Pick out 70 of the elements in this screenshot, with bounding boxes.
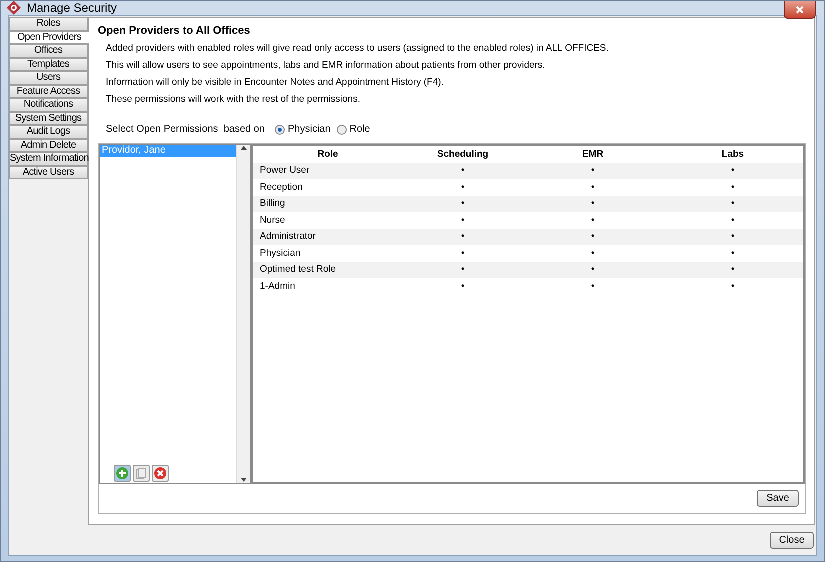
window-title: Manage Security [27, 1, 118, 15]
table-cell-text: • [590, 231, 596, 242]
sidebar-tab[interactable]: Roles [9, 17, 88, 30]
info-text: Added providers with enabled roles will give read only access to users (assigned to the enabled roles) in ALL OFFICES. [106, 43, 610, 56]
table-cell-text: • [590, 214, 596, 226]
radio-label[interactable]: Physician [288, 124, 331, 135]
table-cell-text: Physician [259, 248, 302, 259]
radio-button[interactable] [336, 124, 347, 134]
radio-button[interactable] [274, 124, 285, 134]
sidebar-tab[interactable]: Active Users [9, 166, 88, 179]
table-cell-text: Power User [259, 165, 311, 176]
sidebar-tab[interactable]: Offices [9, 44, 88, 58]
table-cell-text: • [460, 182, 466, 193]
table-cell-text: Optimed test Role [259, 264, 338, 276]
column-header: Role [316, 148, 340, 160]
table-cell-text: • [460, 280, 466, 292]
column-header: EMR [581, 148, 605, 160]
table-cell-text: • [730, 198, 736, 210]
table-cell-text: • [590, 248, 596, 259]
table-cell-text: • [590, 280, 596, 292]
sidebar-tab[interactable]: Templates [9, 58, 88, 71]
table-cell-text: Billing [259, 198, 286, 210]
close-window-button[interactable] [784, 1, 816, 19]
table-cell-text: • [460, 264, 466, 276]
table-cell-text: Administrator [259, 231, 317, 242]
table-cell-text: • [590, 165, 596, 176]
table-cell-text: • [730, 214, 736, 226]
scrollbar[interactable] [236, 145, 250, 483]
sidebar-tab[interactable]: Users [9, 71, 88, 84]
info-text: These permissions will work with the rest of the permissions. [106, 94, 362, 107]
table-cell-text: • [460, 198, 466, 210]
table-cell-text: • [460, 248, 466, 259]
table-cell-text: • [730, 264, 736, 276]
table-cell-text: Reception [259, 182, 304, 193]
sidebar-tab[interactable]: Audit Logs [9, 125, 88, 138]
table-cell-text: • [460, 231, 466, 242]
info-text: Information will only be visible in Encounter Notes and Appointment History (F4). [106, 77, 445, 90]
app-logo-icon [7, 1, 21, 15]
radio-label[interactable]: Role [350, 124, 370, 135]
sidebar-tab[interactable]: System Settings [9, 112, 88, 125]
table-cell-text: • [730, 231, 736, 242]
table-cell-text: • [590, 198, 596, 210]
table-cell-text: • [460, 165, 466, 176]
table-cell-text: • [460, 214, 466, 226]
table-cell-text: • [730, 248, 736, 259]
sidebar-tab[interactable]: System Information [9, 152, 88, 166]
save-button[interactable]: Save [757, 490, 799, 507]
close-button[interactable]: Close [770, 532, 814, 548]
scroll-up-icon[interactable] [240, 146, 246, 150]
sidebar-tab[interactable]: Admin Delete [9, 138, 88, 152]
delete-button[interactable] [152, 465, 169, 482]
info-text: This will allow users to see appointments, labs and EMR information about patients from other providers. [106, 60, 546, 73]
scroll-down-icon[interactable] [240, 478, 246, 482]
sidebar-tab[interactable]: Notifications [9, 98, 88, 112]
sidebar-tab[interactable]: Feature Access [9, 84, 88, 98]
column-header: Scheduling [436, 148, 490, 160]
copy-button[interactable] [133, 465, 150, 482]
table-cell-text: • [730, 182, 736, 193]
close-icon [795, 4, 805, 14]
column-header: Labs [720, 148, 746, 160]
table-cell-text: • [730, 280, 736, 292]
section-heading: Open Providers to All Offices [98, 25, 252, 37]
radio-group-label: Select Open Permissions based on [106, 124, 265, 135]
table-cell-text: • [590, 264, 596, 276]
sidebar-tab[interactable]: Open Providers [9, 30, 89, 44]
table-cell-text: • [590, 182, 596, 193]
table-cell-text: Nurse [259, 214, 286, 226]
table-cell-text: 1-Admin [259, 280, 296, 292]
table-cell-text: • [730, 165, 736, 176]
add-button[interactable] [114, 465, 131, 482]
